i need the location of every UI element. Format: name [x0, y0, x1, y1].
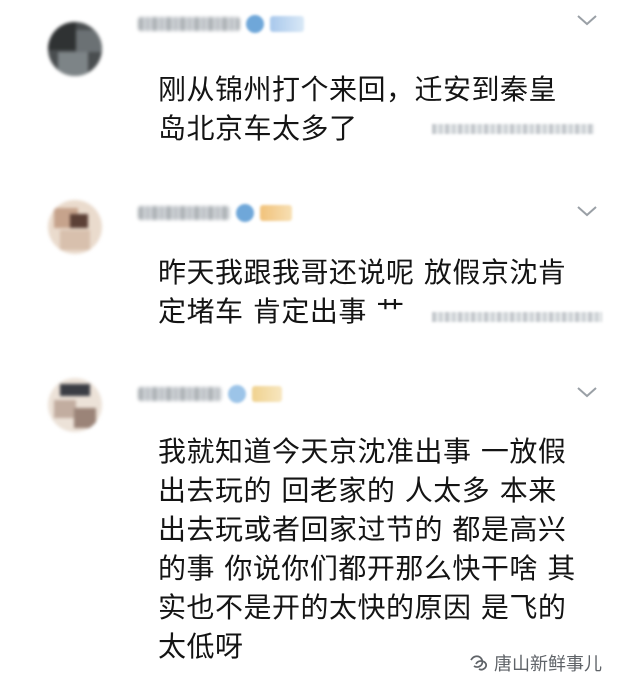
- comment-text: 刚从锦州打个来回，迁安到秦皇 岛北京车太多了: [158, 70, 557, 148]
- avatar-pixel: [58, 52, 88, 76]
- avatar-pixel: [54, 400, 76, 418]
- watermark-text: 唐山新鲜事儿: [494, 654, 602, 675]
- comment-line: 出去玩或者回家过节的 都是高兴: [158, 513, 567, 546]
- comment-line: 实也不是开的太快的原因 是飞的: [158, 591, 567, 624]
- comment-line: 我就知道今天京沈准出事 一放假: [158, 435, 567, 468]
- avatar-pixel: [60, 230, 90, 250]
- verified-badge-icon: [228, 385, 246, 403]
- avatar[interactable]: [48, 22, 102, 76]
- level-badge-icon: [252, 386, 282, 402]
- comment-meta: [138, 384, 282, 404]
- avatar-pixel: [60, 384, 90, 396]
- comment-line: 昨天我跟我哥还说呢 放假京沈肯: [158, 256, 567, 289]
- comment-line: 的事 你说你们都开那么快干啥 其: [158, 552, 576, 585]
- blurred-username: [138, 17, 240, 31]
- chevron-down-icon[interactable]: [574, 384, 600, 400]
- comment-meta: [138, 203, 292, 223]
- blurred-username: [138, 206, 230, 220]
- comment-line: 出去玩的 回老家的 人太多 本来: [158, 474, 557, 507]
- avatar-pixel: [70, 214, 88, 228]
- avatar-pixel: [74, 408, 96, 428]
- wechat-channel-icon: [470, 655, 488, 671]
- avatar[interactable]: [48, 200, 102, 254]
- level-badge-icon: [260, 205, 292, 221]
- verified-badge-icon: [236, 204, 254, 222]
- chevron-down-icon[interactable]: [574, 12, 600, 28]
- comment-text: 我就知道今天京沈准出事 一放假 出去玩的 回老家的 人太多 本来 出去玩或者回家…: [158, 432, 576, 666]
- blurred-username: [138, 387, 222, 401]
- source-watermark: 唐山新鲜事儿: [468, 650, 602, 676]
- chevron-down-icon[interactable]: [574, 203, 600, 219]
- avatar-pixel: [76, 30, 102, 52]
- avatar[interactable]: [48, 378, 102, 432]
- comment-line: 太低呀: [158, 630, 244, 663]
- comment-line: 岛北京车太多了: [158, 112, 358, 145]
- blurred-timestamp: [432, 312, 602, 322]
- blurred-timestamp: [432, 124, 594, 134]
- level-badge-icon: [270, 16, 304, 32]
- avatar-pixel: [48, 22, 76, 50]
- comment-meta: [138, 14, 304, 34]
- comment-line: 刚从锦州打个来回，迁安到秦皇: [158, 73, 558, 106]
- verified-badge-icon: [246, 15, 264, 33]
- comment-line: 定堵车 肯定出事 艹: [158, 295, 405, 328]
